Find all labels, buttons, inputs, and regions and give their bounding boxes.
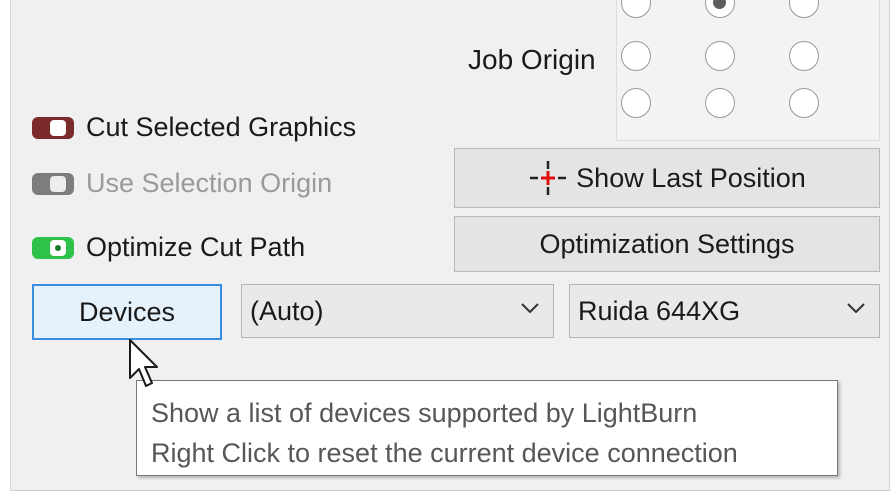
show-last-position-label: Show Last Position [576, 162, 806, 193]
crosshair-icon [530, 161, 567, 195]
job-origin-label: Job Origin [468, 44, 596, 75]
origin-radio-bottom-left[interactable] [621, 88, 651, 118]
tooltip-line-1: Show a list of devices supported by Ligh… [151, 398, 698, 428]
tooltip-line-2: Right Click to reset the current device … [151, 438, 738, 468]
use-selection-origin-label: Use Selection Origin [86, 168, 333, 198]
origin-radio-bottom-right[interactable] [789, 88, 819, 118]
origin-radio-middle-right[interactable] [789, 41, 819, 71]
optimize-cut-path-label: Optimize Cut Path [86, 232, 306, 262]
port-select-value: (Auto) [250, 295, 324, 326]
optimization-settings-label: Optimization Settings [539, 228, 795, 259]
job-origin-grid [616, 0, 880, 141]
mouse-cursor-icon [129, 339, 158, 387]
origin-radio-top-center[interactable] [705, 0, 735, 18]
optimize-cut-path-toggle[interactable] [32, 236, 74, 259]
devices-label: Devices [78, 296, 176, 327]
show-last-position-button[interactable]: Show Last Position [454, 148, 880, 208]
origin-radio-bottom-center[interactable] [705, 88, 735, 118]
toggle-knob [50, 239, 66, 256]
chevron-down-icon [847, 303, 865, 314]
cut-selected-graphics-option[interactable]: Cut Selected Graphics [32, 112, 356, 143]
cut-selected-graphics-label: Cut Selected Graphics [86, 112, 357, 142]
devices-button[interactable]: Devices [32, 284, 222, 340]
origin-radio-middle-left[interactable] [621, 41, 651, 71]
toggle-knob [50, 175, 66, 192]
use-selection-origin-option[interactable]: Use Selection Origin [32, 168, 332, 199]
device-select-value: Ruida 644XG [578, 295, 741, 326]
port-select[interactable]: (Auto) [241, 284, 554, 338]
device-select[interactable]: Ruida 644XG [569, 284, 880, 338]
origin-radio-top-left[interactable] [621, 0, 651, 18]
origin-radio-top-right[interactable] [789, 0, 819, 18]
chevron-down-icon [521, 303, 539, 314]
origin-radio-middle-center[interactable] [705, 41, 735, 71]
use-selection-origin-toggle[interactable] [32, 172, 74, 195]
cut-selected-graphics-toggle[interactable] [32, 116, 74, 139]
toggle-knob [50, 119, 66, 136]
devices-tooltip: Show a list of devices supported by Ligh… [136, 380, 838, 476]
optimize-cut-path-option[interactable]: Optimize Cut Path [32, 232, 305, 263]
optimization-settings-button[interactable]: Optimization Settings [454, 216, 880, 272]
